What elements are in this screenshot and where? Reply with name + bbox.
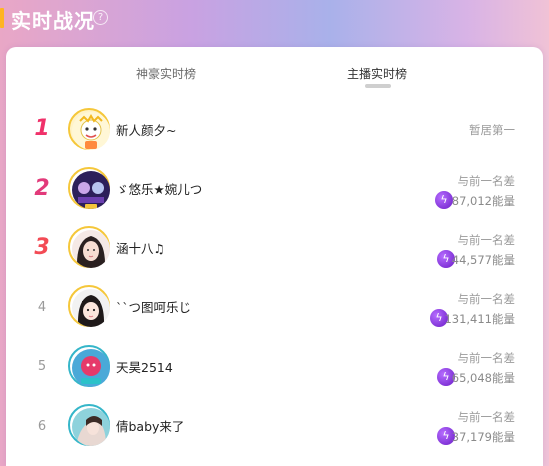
diff-label: 与前一名差 bbox=[457, 174, 516, 188]
diff-value: 44,577能量 bbox=[451, 253, 515, 267]
avatar-image bbox=[72, 230, 110, 268]
avatar[interactable] bbox=[68, 345, 110, 387]
tab-tycoon-ranking[interactable]: 神豪实时榜 bbox=[136, 65, 196, 82]
ranking-row[interactable]: 5 天昊2514 与前一名差 ϟ 65,048能量 bbox=[6, 337, 543, 397]
energy-icon: ϟ bbox=[435, 191, 453, 209]
diff-label: 与前一名差 bbox=[457, 410, 516, 424]
page-title: 实时战况 bbox=[11, 9, 95, 33]
avatar[interactable] bbox=[68, 108, 110, 150]
diff-value: 37,179能量 bbox=[451, 430, 515, 444]
ranking-panel: 神豪实时榜 主播实时榜 1 新人颜夕~ 暂居第一 2 ゞ悠乐★婉儿つ 与前一名差… bbox=[6, 47, 543, 466]
rank-number: 2 bbox=[34, 176, 50, 201]
diff-label: 与前一名差 bbox=[457, 233, 516, 247]
rank-status: 暂居第一 bbox=[469, 123, 515, 137]
avatar-image bbox=[72, 408, 110, 446]
ranking-row[interactable]: 6 倩baby来了 与前一名差 ϟ 37,179能量 bbox=[6, 396, 543, 456]
ranking-row[interactable]: 3 涵十八♫ 与前一名差 ϟ 44,577能量 bbox=[6, 218, 543, 278]
ranking-row[interactable]: 2 ゞ悠乐★婉儿つ 与前一名差 ϟ 87,012能量 bbox=[6, 159, 543, 219]
title-accent bbox=[0, 8, 4, 28]
avatar-image bbox=[72, 171, 110, 209]
avatar[interactable] bbox=[68, 404, 110, 446]
anchor-name[interactable]: 天昊2514 bbox=[116, 357, 173, 376]
help-icon[interactable]: ? bbox=[93, 10, 108, 25]
rank-number: 1 bbox=[34, 116, 50, 141]
anchor-name[interactable]: 倩baby来了 bbox=[116, 416, 184, 435]
avatar[interactable] bbox=[68, 285, 110, 327]
header-bar: 实时战况 ? bbox=[0, 0, 549, 40]
avatar-image bbox=[72, 349, 110, 387]
ranking-row[interactable]: 4 ``つ图呵乐じ 与前一名差 ϟ 131,411能量 bbox=[6, 277, 543, 337]
rank-number: 4 bbox=[37, 300, 47, 315]
anchor-name[interactable]: 涵十八♫ bbox=[116, 238, 165, 257]
diff-label: 与前一名差 bbox=[457, 292, 516, 306]
anchor-name[interactable]: ゞ悠乐★婉儿つ bbox=[116, 179, 202, 198]
active-tab-indicator bbox=[365, 84, 391, 88]
anchor-name[interactable]: 新人颜夕~ bbox=[116, 120, 176, 139]
avatar[interactable] bbox=[68, 167, 110, 209]
avatar-image bbox=[72, 289, 110, 327]
avatar-image bbox=[72, 112, 110, 150]
rank-number: 6 bbox=[37, 419, 47, 434]
ranking-row[interactable]: 1 新人颜夕~ 暂居第一 bbox=[6, 100, 543, 160]
diff-value: 87,012能量 bbox=[451, 194, 515, 208]
rank-number: 5 bbox=[37, 359, 47, 374]
diff-value: 131,411能量 bbox=[444, 312, 515, 326]
rank-number: 3 bbox=[34, 235, 50, 260]
tab-anchor-ranking[interactable]: 主播实时榜 bbox=[347, 65, 407, 82]
anchor-name[interactable]: ``つ图呵乐じ bbox=[116, 297, 191, 316]
diff-value: 65,048能量 bbox=[451, 371, 515, 385]
diff-label: 与前一名差 bbox=[457, 351, 516, 365]
avatar[interactable] bbox=[68, 226, 110, 268]
